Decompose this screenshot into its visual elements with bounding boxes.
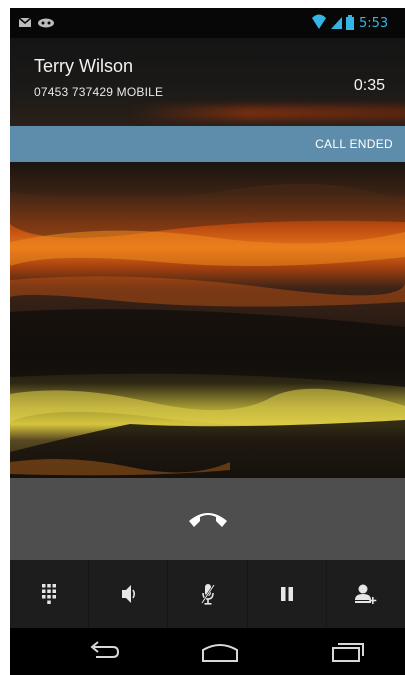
wifi-icon bbox=[312, 14, 326, 29]
status-bar: 5:53 bbox=[10, 8, 405, 38]
caller-name: Terry Wilson bbox=[34, 56, 134, 76]
end-call-button[interactable] bbox=[178, 496, 238, 542]
navigation-bar bbox=[10, 628, 405, 675]
home-icon bbox=[202, 644, 238, 662]
recents-icon bbox=[332, 643, 364, 662]
signal-icon bbox=[331, 17, 342, 29]
end-call-area bbox=[10, 478, 405, 560]
dialpad-icon bbox=[42, 584, 57, 604]
call-state-bar: CALL ENDED bbox=[10, 126, 405, 162]
voicemail-icon bbox=[38, 18, 54, 28]
end-call-icon bbox=[189, 513, 227, 527]
call-timer: 0:35 bbox=[353, 77, 385, 94]
hold-button[interactable] bbox=[248, 560, 327, 628]
mute-button[interactable] bbox=[168, 560, 248, 628]
phone-screen: 5:53 Terry Wilson 07453 737429 MOBILE 0:… bbox=[10, 8, 405, 675]
back-icon bbox=[90, 641, 120, 658]
svg-text:5:53: 5:53 bbox=[359, 16, 388, 31]
recents-button[interactable] bbox=[318, 636, 378, 668]
add-call-button[interactable] bbox=[327, 560, 405, 628]
add-call-icon bbox=[354, 584, 377, 604]
home-button[interactable] bbox=[190, 636, 250, 668]
speaker-icon bbox=[122, 585, 136, 603]
photo-band-decoration bbox=[130, 106, 405, 120]
dialpad-button[interactable] bbox=[10, 560, 90, 628]
incall-controls bbox=[10, 560, 405, 628]
mute-icon bbox=[200, 584, 215, 605]
back-button[interactable] bbox=[74, 636, 134, 668]
gmail-icon bbox=[18, 17, 32, 27]
call-state-label: CALL ENDED bbox=[315, 137, 393, 151]
battery-icon bbox=[346, 15, 354, 30]
speaker-button[interactable] bbox=[89, 560, 169, 628]
status-time: 5:53 bbox=[359, 16, 388, 31]
caller-number: 07453 737429 MOBILE bbox=[34, 85, 164, 99]
contact-photo bbox=[10, 162, 405, 478]
pause-icon bbox=[280, 587, 293, 601]
caller-info-panel: Terry Wilson 07453 737429 MOBILE 0:35 bbox=[10, 38, 405, 126]
